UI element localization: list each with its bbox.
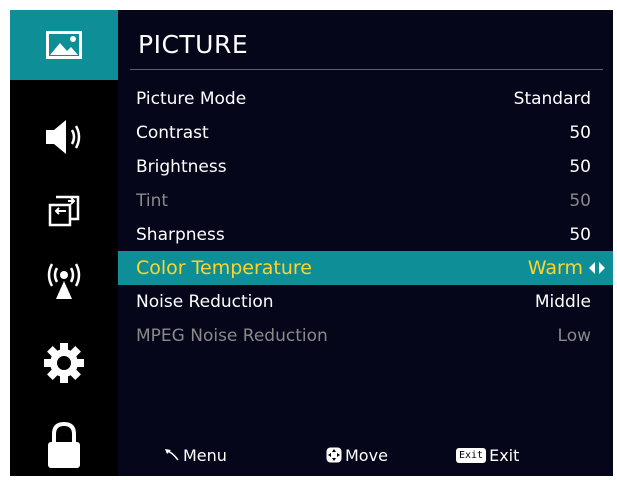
menu-row-brightness[interactable]: Brightness 50: [118, 150, 613, 184]
menu-row-sharpness[interactable]: Sharpness 50: [118, 218, 613, 252]
sidebar-item-channel[interactable]: [10, 246, 118, 316]
row-value: Warm: [527, 257, 583, 279]
picture-icon: [46, 31, 82, 59]
sound-icon: [46, 120, 81, 154]
row-value: 50: [569, 157, 591, 177]
row-value: 50: [569, 123, 591, 143]
row-value: 50: [569, 191, 591, 211]
sidebar-item-sound[interactable]: [10, 102, 118, 172]
row-label: Color Temperature: [136, 257, 313, 279]
menu-row-picture-mode[interactable]: Picture Mode Standard: [118, 82, 613, 116]
row-value: Standard: [513, 89, 591, 109]
hint-menu-label: Menu: [183, 445, 227, 465]
menu-row-contrast[interactable]: Contrast 50: [118, 116, 613, 150]
row-label: Picture Mode: [136, 89, 247, 109]
row-value: Low: [557, 326, 591, 346]
settings-gear-icon: [44, 343, 84, 383]
sidebar-item-picture[interactable]: [10, 10, 118, 80]
channel-broadcast-icon: [47, 263, 81, 299]
row-label: Noise Reduction: [136, 292, 274, 312]
menu-row-tint: Tint 50: [118, 184, 613, 218]
picture-settings-panel: PICTURE Picture Mode Standard Contrast 5…: [118, 10, 613, 476]
row-label: Tint: [136, 191, 169, 211]
row-label: Brightness: [136, 157, 227, 177]
sidebar-item-input-source[interactable]: [10, 176, 118, 246]
title-divider: [130, 69, 603, 70]
row-value: Middle: [534, 292, 591, 312]
sidebar-item-settings[interactable]: [10, 328, 118, 398]
dpad-icon: [326, 447, 342, 463]
menu-row-color-temperature[interactable]: Color Temperature Warm: [118, 251, 613, 285]
hint-move: Move: [326, 440, 388, 470]
exit-key-badge: Exit: [456, 447, 487, 463]
hint-exit: Exit Exit: [456, 440, 519, 470]
footer-hints: Menu Move Exit Exit: [118, 440, 613, 470]
sidebar-item-lock[interactable]: [10, 410, 118, 480]
menu-row-noise-reduction[interactable]: Noise Reduction Middle: [118, 285, 613, 319]
hint-menu: Menu: [164, 440, 227, 470]
hint-exit-label: Exit: [489, 445, 520, 465]
row-label: Contrast: [136, 123, 209, 143]
left-right-arrows-icon[interactable]: [588, 261, 606, 275]
menu-row-mpeg-noise-reduction: MPEG Noise Reduction Low: [118, 319, 613, 353]
row-value: 50: [569, 225, 591, 245]
input-source-icon: [48, 195, 80, 227]
hint-move-label: Move: [345, 445, 388, 465]
lock-icon: [48, 421, 80, 468]
tv-osd-menu: PICTURE Picture Mode Standard Contrast 5…: [10, 10, 613, 476]
return-arrow-icon: [165, 449, 179, 461]
row-label: MPEG Noise Reduction: [136, 326, 328, 346]
row-label: Sharpness: [136, 225, 225, 245]
page-title: PICTURE: [138, 30, 249, 59]
sidebar: [10, 10, 118, 476]
